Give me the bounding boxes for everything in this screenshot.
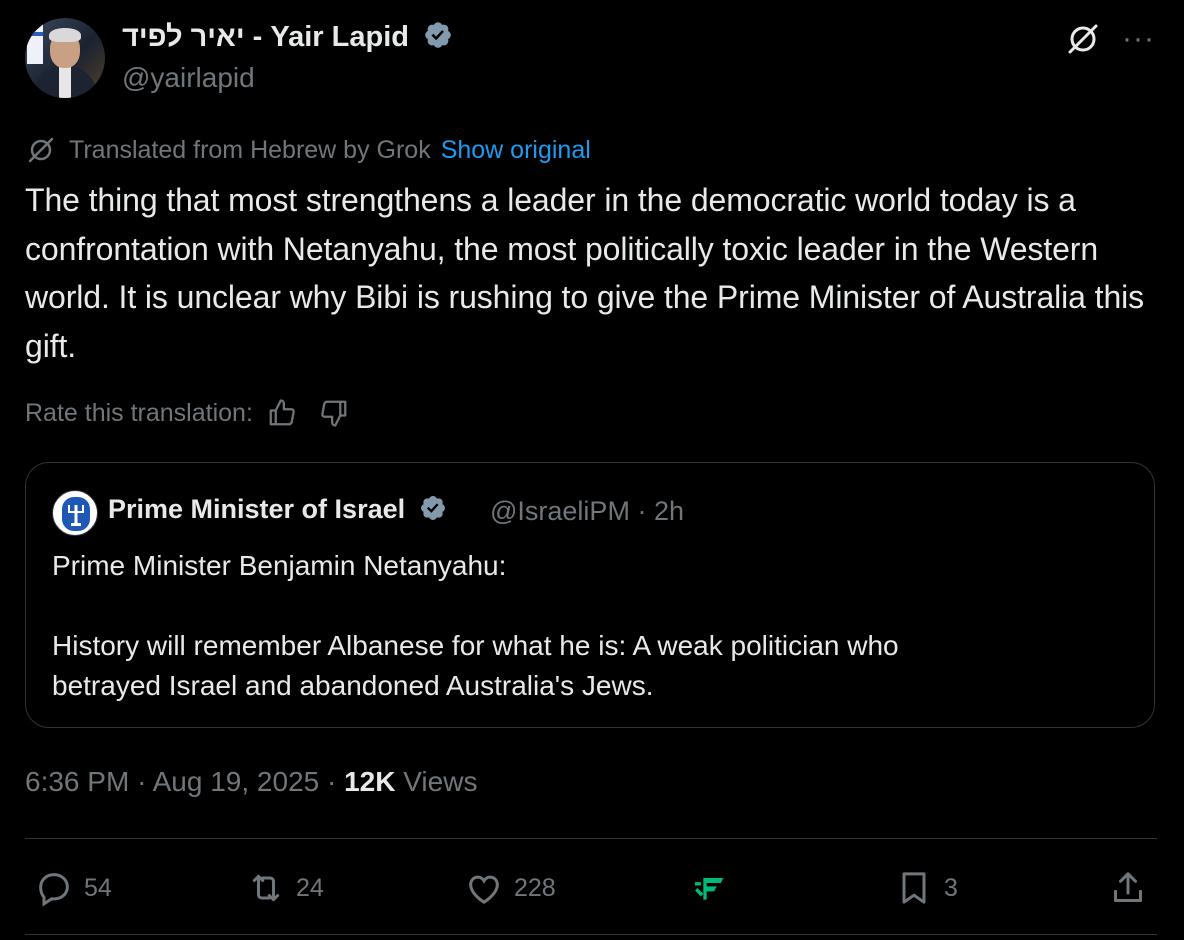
- thumbs-down-icon[interactable]: [319, 398, 349, 428]
- quote-text: Prime Minister Benjamin Netanyahu: Histo…: [52, 546, 1132, 706]
- quote-handle[interactable]: @IsraeliPM: [490, 496, 630, 526]
- tweet-meta: 6:36 PM · Aug 19, 2025 · 12K Views: [25, 766, 478, 797]
- repost-count: 24: [296, 873, 324, 902]
- grok-action-icon: [695, 878, 724, 900]
- translated-label: Translated from Hebrew by Grok: [69, 135, 431, 164]
- quote-avatar[interactable]: [52, 490, 98, 536]
- israel-emblem-icon: [62, 497, 90, 531]
- author-handle[interactable]: @yairlapid: [122, 62, 255, 94]
- reply-count: 54: [84, 873, 112, 902]
- translation-note: Translated from Hebrew by Grok Show orig…: [25, 134, 591, 166]
- rate-label: Rate this translation:: [25, 398, 253, 427]
- bookmark-count: 3: [944, 873, 958, 902]
- quote-line-1: Prime Minister Benjamin Netanyahu:: [52, 550, 507, 581]
- bookmark-button[interactable]: 3: [894, 866, 958, 910]
- grok-icon[interactable]: [1064, 20, 1102, 58]
- views-label: Views: [403, 766, 478, 797]
- more-icon[interactable]: ···: [1122, 22, 1155, 56]
- share-button[interactable]: [1108, 866, 1158, 910]
- like-count: 228: [514, 873, 556, 902]
- thumbs-up-icon[interactable]: [267, 398, 297, 428]
- quote-author-name-text[interactable]: Prime Minister of Israel: [108, 494, 405, 524]
- like-button[interactable]: 228: [464, 866, 556, 910]
- show-original-link[interactable]: Show original: [441, 136, 591, 165]
- quote-meta: @IsraeliPM · 2h: [490, 496, 684, 526]
- author-name-text[interactable]: יאיר לפיד - Yair Lapid: [122, 21, 409, 53]
- reply-button[interactable]: 54: [34, 866, 112, 910]
- tweet-time[interactable]: 6:36 PM: [25, 766, 129, 797]
- verified-badge-icon[interactable]: [423, 20, 453, 58]
- quote-author-name[interactable]: Prime Minister of Israel: [108, 494, 447, 529]
- repost-icon: [252, 874, 280, 902]
- divider-bottom: [25, 934, 1157, 935]
- grok-action-button[interactable]: [690, 866, 740, 910]
- tweet-date[interactable]: Aug 19, 2025: [153, 766, 320, 797]
- tweet-text: The thing that most strengthens a leader…: [25, 182, 1145, 364]
- bookmark-icon: [902, 872, 926, 904]
- author-avatar[interactable]: [25, 18, 105, 98]
- rate-translation: Rate this translation:: [25, 398, 349, 428]
- quote-time[interactable]: 2h: [654, 496, 684, 526]
- quote-line-2: History will remember Albanese for what …: [52, 630, 899, 701]
- grok-small-icon: [28, 137, 54, 163]
- quote-verified-badge-icon: [419, 494, 447, 529]
- repost-button[interactable]: 24: [246, 866, 324, 910]
- reply-icon: [39, 873, 69, 907]
- divider: [25, 838, 1157, 839]
- share-icon: [1114, 872, 1142, 902]
- like-icon: [469, 875, 499, 904]
- views-count: 12K: [344, 766, 396, 797]
- author-name[interactable]: יאיר לפיד - Yair Lapid: [122, 20, 453, 58]
